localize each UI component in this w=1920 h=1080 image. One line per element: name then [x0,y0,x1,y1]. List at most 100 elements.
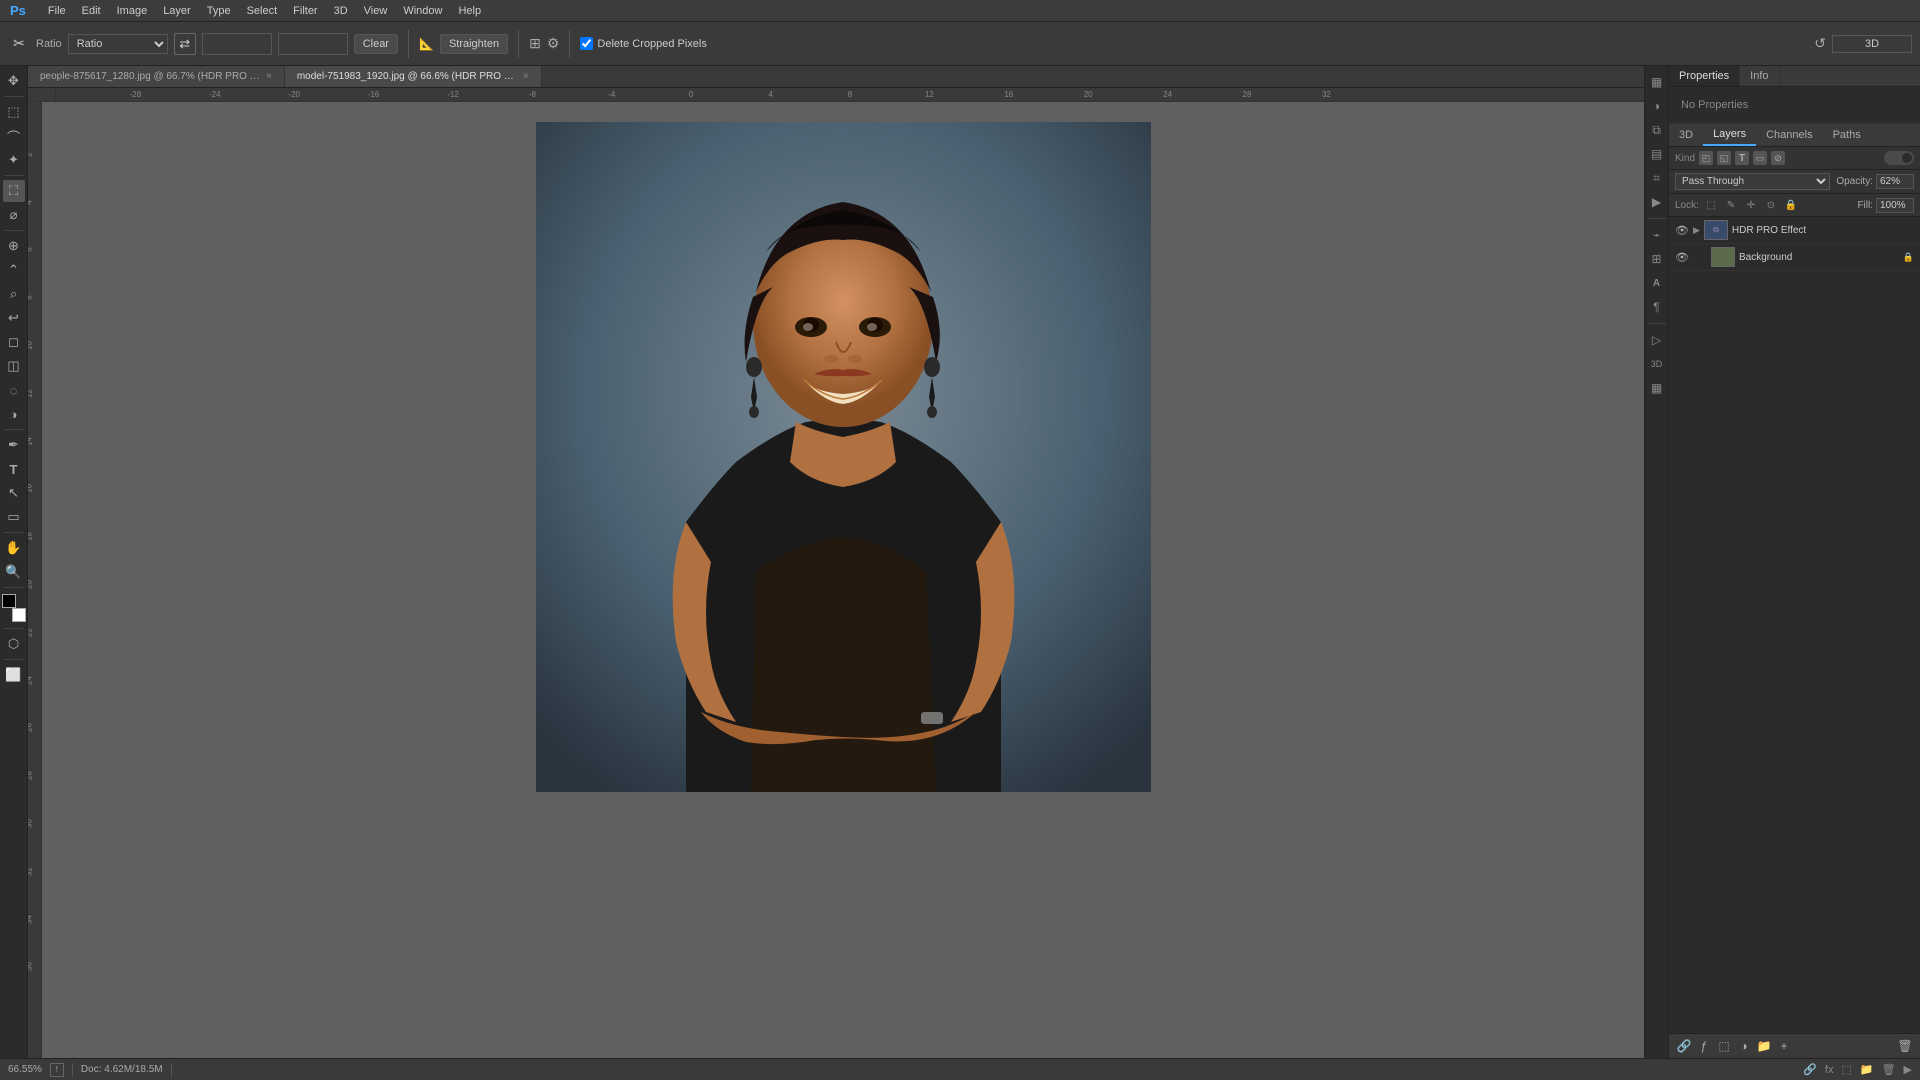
delete-layer-btn[interactable]: 🗑 [1896,1037,1914,1055]
layer-visibility-bg[interactable]: 👁 [1675,250,1689,264]
hand-tool[interactable]: ✋ [3,537,25,559]
clear-button[interactable]: Clear [354,34,398,54]
move-tool[interactable]: ✥ [3,70,25,92]
paths-icon[interactable]: ⌗ [1647,168,1667,188]
filter-type-icon[interactable]: T [1735,151,1749,165]
fill-input[interactable] [1876,198,1914,213]
menu-filter[interactable]: Filter [285,3,325,19]
document-tab-1[interactable]: people-875617_1280.jpg @ 66.7% (HDR PRO … [28,66,285,87]
filter-shape-icon[interactable]: ▭ [1753,151,1767,165]
layer-expand-hdr[interactable]: ▶ [1693,225,1700,236]
status-fx-icon[interactable]: fx [1825,1064,1834,1076]
add-style-btn[interactable]: ƒ [1695,1037,1713,1055]
status-add-icon[interactable]: ⬚ [1841,1063,1851,1076]
delete-cropped-checkbox[interactable] [580,37,593,50]
menu-type[interactable]: Type [199,3,239,19]
menu-select[interactable]: Select [239,3,286,19]
tab-1-close[interactable]: × [266,71,272,82]
pen-tool[interactable]: ✒ [3,434,25,456]
lock-pixels-icon[interactable]: ⬚ [1703,197,1719,213]
screen-mode[interactable]: ⬜ [3,664,25,686]
background-color[interactable] [12,608,26,622]
layer-tab-channels[interactable]: Channels [1756,125,1822,145]
brush-tool[interactable]: ⌃ [3,259,25,281]
text-tool[interactable]: T [3,458,25,480]
eyedropper-tool[interactable]: ⌀ [3,204,25,226]
menu-file[interactable]: File [40,3,74,19]
lock-all-icon[interactable]: 🔒 [1783,197,1799,213]
history-brush-tool[interactable]: ↩ [3,307,25,329]
adjustments-icon[interactable]: ◑ [1647,96,1667,116]
gradient-tool[interactable]: ◫ [3,355,25,377]
add-mask-btn[interactable]: ⬚ [1715,1037,1733,1055]
layer-tab-paths[interactable]: Paths [1823,125,1871,145]
menu-edit[interactable]: Edit [74,3,109,19]
canvas-viewport[interactable] [42,102,1644,1058]
menu-window[interactable]: Window [395,3,450,19]
tab-properties[interactable]: Properties [1669,66,1740,86]
status-link-icon[interactable]: 🔗 [1803,1063,1817,1076]
blend-mode-select[interactable]: Pass Through Normal Multiply Screen Over… [1675,173,1830,190]
filter-smart-icon[interactable]: ⊘ [1771,151,1785,165]
ratio-select[interactable]: Ratio 1:1 4:5 16:9 [68,34,168,54]
menu-layer[interactable]: Layer [155,3,199,19]
grid-icon[interactable]: ⊞ [529,35,541,52]
rotate-reset-icon[interactable]: ↺ [1814,35,1826,52]
clone-source-icon[interactable]: ⊞ [1647,249,1667,269]
character-icon[interactable]: A [1647,273,1667,293]
filter-pixel-icon[interactable]: ◰ [1699,151,1713,165]
eraser-tool[interactable]: ◻ [3,331,25,353]
document-tab-2[interactable]: model-751983_1920.jpg @ 66.6% (HDR PRO E… [285,66,542,87]
layer-item-background[interactable]: 👁 Background 🔒 [1669,244,1920,271]
ratio-height-input[interactable] [278,33,348,55]
create-layer-btn[interactable]: + [1775,1037,1793,1055]
lock-artboard-icon[interactable]: ⊙ [1763,197,1779,213]
menu-3d[interactable]: 3D [326,3,356,19]
foreground-color[interactable] [2,594,16,608]
path-selection-tool[interactable]: ↖ [3,482,25,504]
healing-brush-tool[interactable]: ⊕ [3,235,25,257]
link-layers-btn[interactable]: 🔗 [1675,1037,1693,1055]
create-group-btn[interactable]: 📁 [1755,1037,1773,1055]
tab-info[interactable]: Info [1740,66,1779,86]
crop-tool-icon[interactable]: ✂ [8,33,30,55]
opacity-input[interactable] [1876,174,1914,189]
rectangular-marquee-tool[interactable]: ⬚ [3,101,25,123]
layer-tab-3d[interactable]: 3D [1669,125,1703,145]
status-folder-icon[interactable]: 📁 [1860,1063,1874,1076]
stats-icon[interactable]: ▦ [1647,378,1667,398]
layer-visibility-hdr[interactable]: 👁 [1675,223,1689,237]
zoom-tool[interactable]: 🔍 [3,561,25,583]
zoom-warning-icon[interactable]: ! [50,1063,64,1077]
status-arrow-icon[interactable]: ▶ [1904,1063,1912,1076]
settings-icon[interactable]: ⚙ [547,35,560,52]
magic-wand-tool[interactable]: ✦ [3,149,25,171]
status-trash-icon[interactable]: 🗑 [1882,1063,1896,1076]
blur-tool[interactable]: ◌ [3,379,25,401]
quick-mask-mode[interactable]: ⬡ [3,633,25,655]
create-fill-btn[interactable]: ◑ [1735,1037,1753,1055]
paragraph-icon[interactable]: ¶ [1647,297,1667,317]
ratio-width-input[interactable] [202,33,272,55]
menu-view[interactable]: View [356,3,396,19]
brush-settings-icon[interactable]: ⌁ [1647,225,1667,245]
crop-tool[interactable]: ⛶ [3,180,25,202]
actions-icon[interactable]: ▶ [1647,192,1667,212]
lock-position-icon[interactable]: ✛ [1743,197,1759,213]
dodge-tool[interactable]: ◑ [3,403,25,425]
clone-stamp-tool[interactable]: ⌕ [3,283,25,305]
color-swatches[interactable] [2,594,26,622]
channels-icon[interactable]: ▤ [1647,144,1667,164]
swap-button[interactable]: ⇄ [174,33,196,55]
layer-item-hdr-pro[interactable]: 👁 ▶ ⧉ HDR PRO Effect [1669,217,1920,244]
delete-cropped-option[interactable]: Delete Cropped Pixels [580,37,706,50]
straighten-button[interactable]: Straighten [440,34,508,54]
filter-adjust-icon[interactable]: ◱ [1717,151,1731,165]
menu-help[interactable]: Help [450,3,489,19]
filter-toggle[interactable] [1884,151,1914,165]
layers-icon[interactable]: ⧉ [1647,120,1667,140]
timeline-icon[interactable]: ▷ [1647,330,1667,350]
3d-icon[interactable]: 3D [1647,354,1667,374]
shape-tool[interactable]: ▭ [3,506,25,528]
tab-2-close[interactable]: × [523,71,529,82]
